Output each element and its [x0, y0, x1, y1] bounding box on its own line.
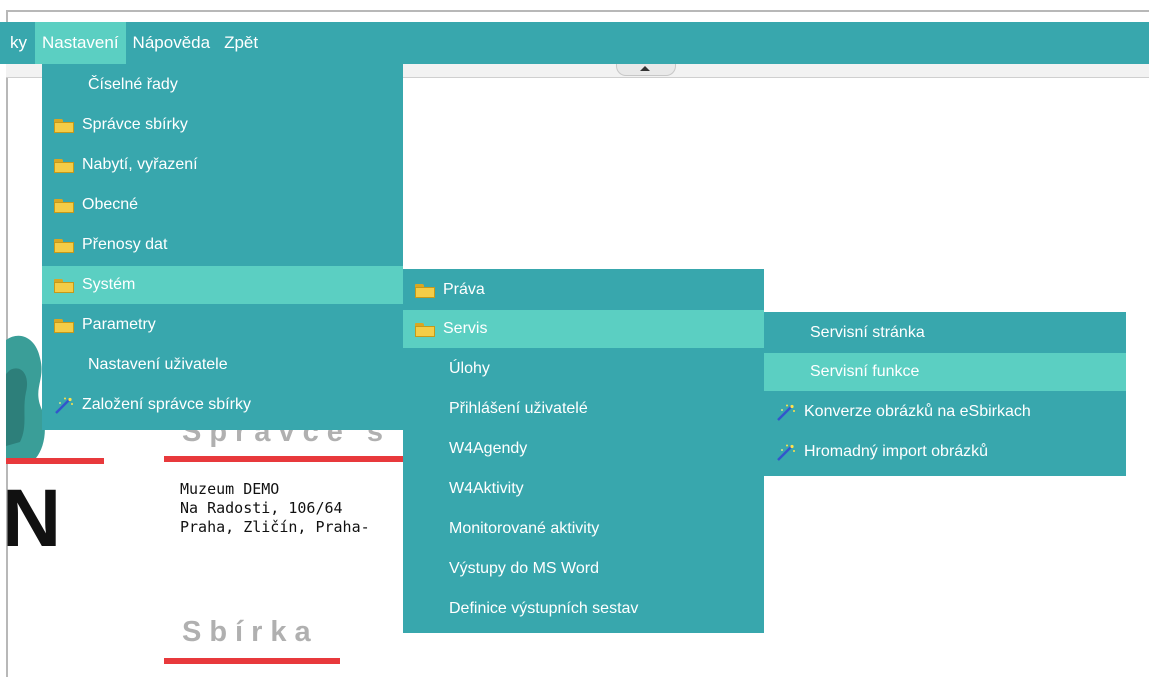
menu-item-label: Servisní stránka: [810, 324, 925, 341]
menu-item-label: Výstupy do MS Word: [449, 560, 599, 577]
menubar-item-napoveda[interactable]: Nápověda: [126, 22, 218, 64]
menu-item-label: Úlohy: [449, 360, 490, 377]
folder-icon: [415, 321, 435, 337]
wizard-wand-icon: [54, 397, 74, 414]
menu-item-prihlaseni-uzivatele[interactable]: Přihlášení uživatelé: [403, 390, 764, 428]
menu-item-label: Přenosy dat: [82, 236, 168, 253]
menu-item-label: Hromadný import obrázků: [804, 443, 989, 460]
folder-icon: [415, 282, 435, 298]
menu-item-servis[interactable]: Servis: [403, 310, 764, 348]
menu-item-label: Práva: [443, 281, 485, 298]
menu-item-hromadny-import[interactable]: Hromadný import obrázků: [764, 433, 1126, 471]
menu-item-vystupy-ms-word[interactable]: Výstupy do MS Word: [403, 550, 764, 588]
menu-item-label: Servisní funkce: [810, 363, 920, 380]
menu-item-label: W4Aktivity: [449, 480, 524, 497]
wizard-wand-icon: [776, 404, 796, 421]
menu-item-servisni-stranka[interactable]: Servisní stránka: [764, 314, 1126, 352]
menu-item-label: Nabytí, vyřazení: [82, 156, 198, 173]
menu-item-label: Monitorované aktivity: [449, 520, 600, 537]
folder-icon: [54, 317, 74, 333]
address-block: Muzeum DEMO Na Radosti, 106/64 Praha, Zl…: [180, 480, 370, 537]
menu-item-system[interactable]: Systém: [42, 266, 403, 304]
section-title-sbirka: Sbírka: [182, 616, 319, 648]
menu-item-label: Obecné: [82, 196, 139, 213]
menu-system: Práva Servis Úlohy Přihlášení uživatelé …: [403, 269, 764, 633]
menubar-item-sbirky[interactable]: ky: [0, 22, 35, 64]
chevron-up-icon: [640, 66, 650, 71]
menu-item-w4agendy[interactable]: W4Agendy: [403, 430, 764, 468]
frame-border-top: [6, 10, 1149, 12]
menu-item-label: Přihlášení uživatelé: [449, 400, 588, 417]
red-underline-spravce: [164, 456, 404, 462]
menu-item-konverze-obrazku[interactable]: Konverze obrázků na eSbirkach: [764, 393, 1126, 431]
menu-item-label: Číselné řady: [88, 76, 178, 93]
menu-item-label: Nastavení uživatele: [88, 356, 228, 373]
menu-item-monitorovane-aktivity[interactable]: Monitorované aktivity: [403, 510, 764, 548]
menu-item-label: Systém: [82, 276, 136, 293]
wizard-wand-icon: [776, 444, 796, 461]
menu-item-label: W4Agendy: [449, 440, 528, 457]
collapse-toggle[interactable]: [616, 64, 676, 76]
folder-icon: [54, 237, 74, 253]
menubar-item-nastaveni[interactable]: Nastavení: [35, 22, 126, 64]
menu-item-servisni-funkce[interactable]: Servisní funkce: [764, 353, 1126, 391]
folder-icon: [54, 277, 74, 293]
logo-letter: N: [2, 473, 62, 564]
menu-item-label: Správce sbírky: [82, 116, 188, 133]
menu-item-label: Založení správce sbírky: [82, 396, 251, 413]
menu-item-label: Servis: [443, 320, 488, 337]
folder-icon: [54, 197, 74, 213]
menu-item-parametry[interactable]: Parametry: [42, 306, 403, 344]
menu-item-obecne[interactable]: Obecné: [42, 186, 403, 224]
address-line: Na Radosti, 106/64: [180, 499, 343, 517]
address-line: Praha, Zličín, Praha-: [180, 518, 370, 536]
menu-item-definice-sestav[interactable]: Definice výstupních sestav: [403, 590, 764, 628]
folder-icon: [54, 157, 74, 173]
menu-item-nastaveni-uzivatele[interactable]: Nastavení uživatele: [42, 346, 403, 384]
menu-item-w4aktivity[interactable]: W4Aktivity: [403, 470, 764, 508]
menu-item-prenosy-dat[interactable]: Přenosy dat: [42, 226, 403, 264]
red-underline-sbirka: [164, 658, 340, 664]
main-menubar: ky Nastavení Nápověda Zpět: [0, 22, 1149, 64]
menu-item-ciselne-rady[interactable]: Číselné řady: [42, 66, 403, 104]
menubar-item-zpet[interactable]: Zpět: [217, 22, 265, 64]
folder-icon: [54, 117, 74, 133]
menu-item-label: Definice výstupních sestav: [449, 600, 639, 617]
menu-item-spravce-sbirky[interactable]: Správce sbírky: [42, 106, 403, 144]
menu-servis: Servisní stránka Servisní funkce Konverz…: [764, 312, 1126, 476]
menu-item-ulohy[interactable]: Úlohy: [403, 350, 764, 388]
menu-item-label: Konverze obrázků na eSbirkach: [804, 403, 1031, 420]
address-line: Muzeum DEMO: [180, 480, 280, 498]
menu-item-prava[interactable]: Práva: [403, 271, 764, 309]
menu-item-zalozeni-spravce[interactable]: Založení správce sbírky: [42, 386, 403, 424]
red-underline-left: [6, 458, 104, 464]
menu-item-nabyti-vyrazeni[interactable]: Nabytí, vyřazení: [42, 146, 403, 184]
menu-nastaveni: Číselné řady Správce sbírky Nabytí, vyřa…: [42, 64, 403, 430]
menu-item-label: Parametry: [82, 316, 156, 333]
